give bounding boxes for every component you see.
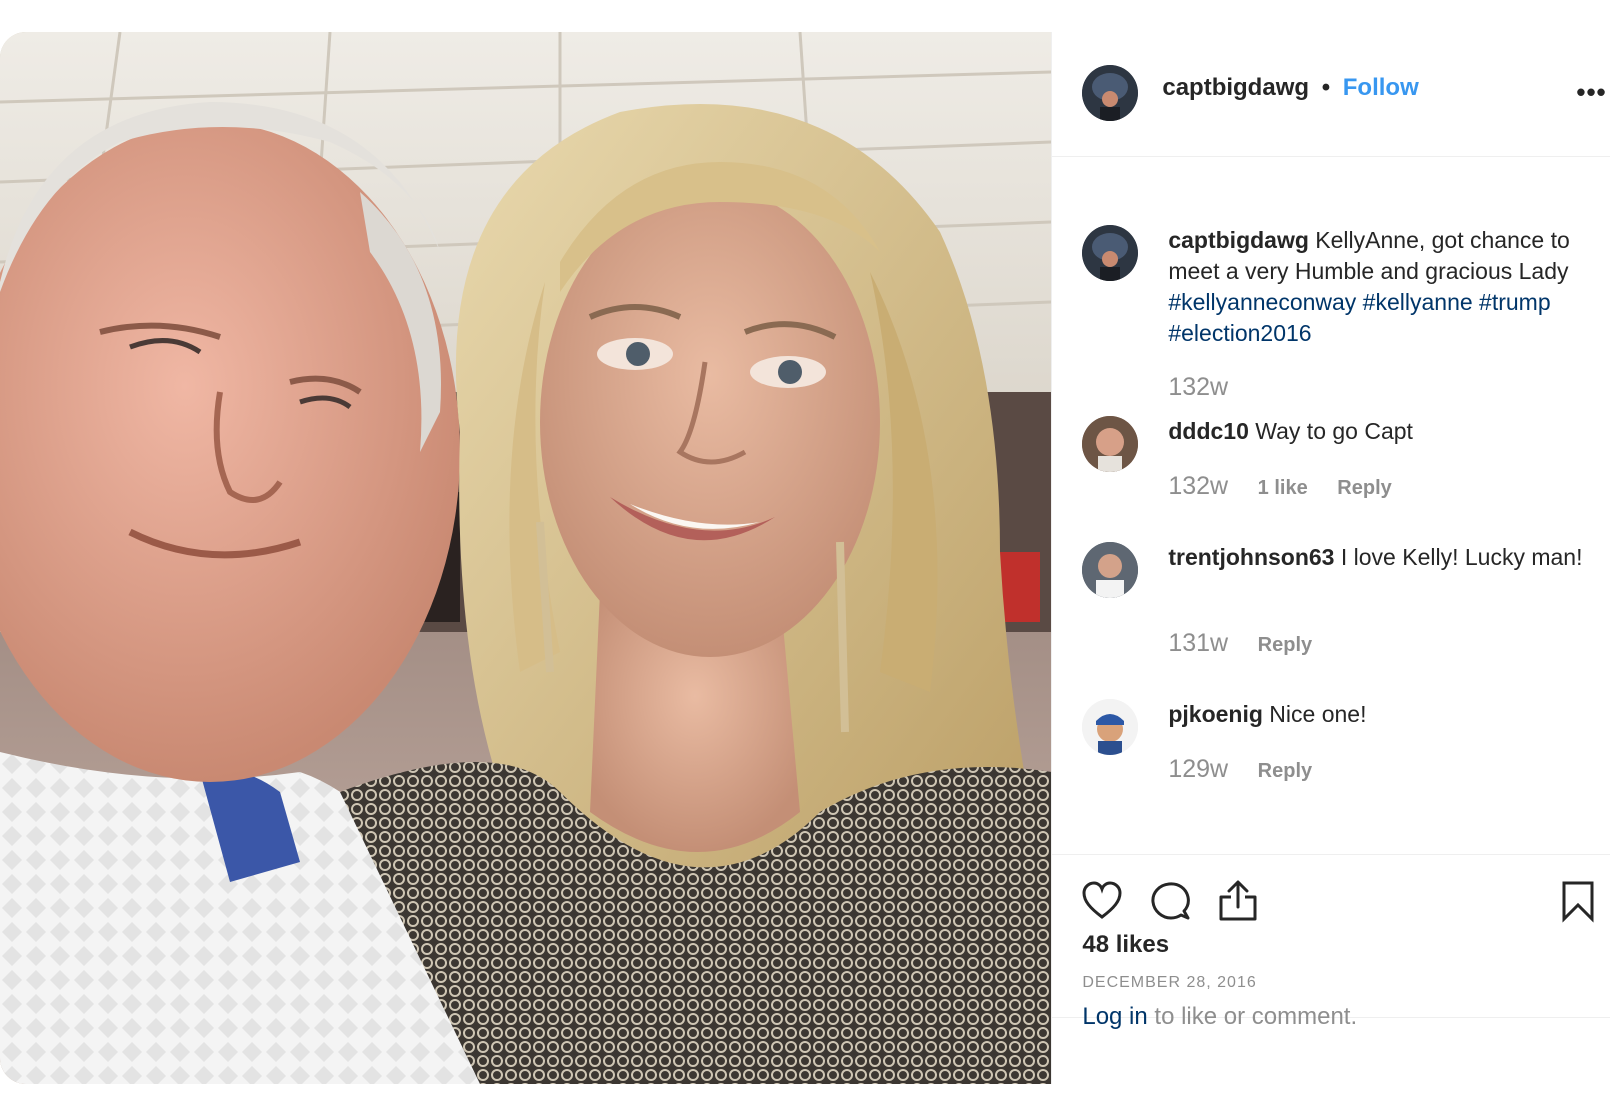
comments-list: captbigdawg KellyAnne, got chance to mee…: [1052, 157, 1610, 853]
comment-body: pjkoenig Nice one!: [1168, 699, 1608, 730]
follow-button[interactable]: Follow: [1343, 74, 1419, 101]
post-actions: 48 likes DECEMBER 28, 2016: [1052, 854, 1610, 1018]
comment-time[interactable]: 129w: [1168, 755, 1228, 783]
comment-body: trentjohnson63 I love Kelly! Lucky man!: [1168, 542, 1608, 573]
comment-likes[interactable]: 1 like: [1258, 477, 1308, 499]
caption-avatar[interactable]: [1082, 225, 1139, 281]
comment-time[interactable]: 132w: [1168, 472, 1228, 500]
commenter-avatar[interactable]: [1082, 542, 1139, 598]
login-link[interactable]: Log in: [1082, 1003, 1147, 1030]
comment-meta: 131w Reply: [1168, 629, 1336, 658]
commenter-avatar[interactable]: [1082, 699, 1139, 755]
commenter-avatar[interactable]: [1082, 416, 1139, 472]
caption-time[interactable]: 132w: [1168, 373, 1228, 401]
selfie-image: [0, 32, 1052, 1084]
bookmark-icon[interactable]: [1556, 879, 1600, 923]
header-username[interactable]: captbigdawg: [1162, 74, 1309, 101]
caption-body: captbigdawg KellyAnne, got chance to mee…: [1168, 225, 1608, 349]
share-icon[interactable]: [1216, 879, 1260, 923]
post-date[interactable]: DECEMBER 28, 2016: [1082, 974, 1256, 992]
post-header: captbigdawg • Follow •••: [1052, 32, 1610, 157]
likes-count[interactable]: 48 likes: [1082, 931, 1169, 959]
comment-icon[interactable]: [1148, 879, 1192, 923]
caption-hashtags[interactable]: #kellyanneconway #kellyanne #trump #elec…: [1168, 289, 1550, 346]
header-user-line: captbigdawg • Follow: [1162, 74, 1418, 102]
comment-time[interactable]: 131w: [1168, 629, 1228, 657]
comment-text: Way to go Capt: [1255, 418, 1413, 444]
login-prompt: Log in to like or comment.: [1082, 1003, 1357, 1031]
more-options-icon[interactable]: •••: [1576, 79, 1606, 105]
comment-username[interactable]: trentjohnson63: [1168, 544, 1334, 570]
user-avatar[interactable]: [1082, 65, 1139, 121]
post-photo[interactable]: [0, 32, 1052, 1084]
comment-text: I love Kelly! Lucky man!: [1340, 544, 1583, 570]
reply-button[interactable]: Reply: [1258, 760, 1312, 782]
instagram-post: captbigdawg • Follow ••• captbigdawg Kel…: [0, 32, 1610, 1084]
heart-icon[interactable]: [1080, 879, 1124, 923]
comment-username[interactable]: pjkoenig: [1168, 701, 1263, 727]
comment-username[interactable]: dddc10: [1168, 418, 1249, 444]
caption-username[interactable]: captbigdawg: [1168, 227, 1309, 253]
comment-meta: 132w 1 like Reply: [1168, 472, 1415, 501]
comment-text: Nice one!: [1269, 701, 1367, 727]
caption-meta: 132w: [1168, 373, 1252, 402]
comment-meta: 129w Reply: [1168, 755, 1336, 784]
separator-dot: •: [1321, 74, 1331, 101]
post-side-panel: captbigdawg • Follow ••• captbigdawg Kel…: [1051, 32, 1610, 1084]
reply-button[interactable]: Reply: [1258, 634, 1312, 656]
comment-body: dddc10 Way to go Capt: [1168, 416, 1608, 447]
login-prompt-text: to like or comment.: [1147, 1003, 1358, 1030]
reply-button[interactable]: Reply: [1337, 477, 1391, 499]
